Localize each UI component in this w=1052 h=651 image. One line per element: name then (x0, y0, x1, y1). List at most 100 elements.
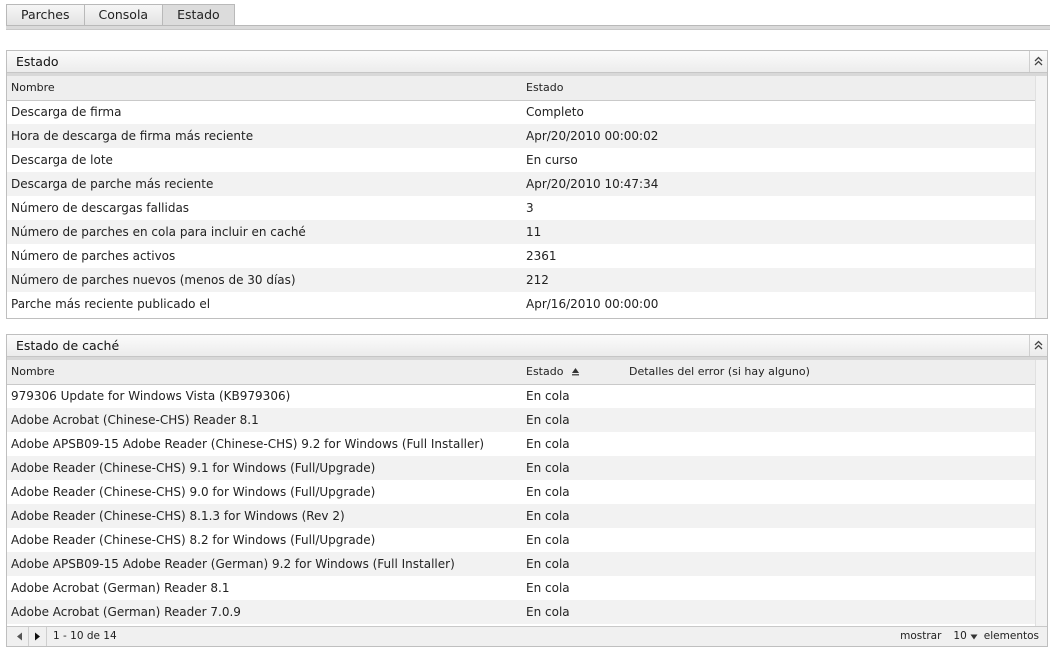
row-name: Adobe Reader (Chinese-CHS) 9.1 for Windo… (7, 456, 522, 480)
row-status: En cola (522, 504, 625, 528)
table-row: Adobe APSB09-15 Adobe Reader (German) 9.… (7, 552, 1035, 576)
row-status: En cola (526, 485, 570, 499)
row-error (625, 384, 1035, 408)
row-status: 212 (522, 268, 1035, 292)
table-row: Adobe Reader (Chinese-CHS) 9.1 for Windo… (7, 456, 1035, 480)
row-name: 979306 Update for Windows Vista (KB97930… (11, 389, 291, 404)
chevron-down-icon (970, 634, 978, 639)
column-header-estado-label: Estado (526, 365, 564, 378)
row-name: Adobe Reader (Chinese-CHS) 9.0 for Windo… (11, 485, 376, 499)
row-name: Descarga de parche más reciente (7, 172, 522, 196)
row-name: Descarga de firma (11, 105, 122, 120)
column-header-estado[interactable]: Estado (522, 76, 1035, 101)
cache-panel-title: Estado de caché (16, 338, 120, 353)
table-row: Adobe Reader (Chinese-CHS) 9.0 for Windo… (7, 480, 1035, 504)
row-status: En cola (526, 437, 570, 451)
table-row: 979306 Update for Windows Vista (KB97930… (7, 384, 1035, 408)
row-name: Descarga de lote (11, 153, 113, 167)
tab-estado[interactable]: Estado (162, 4, 235, 26)
table-row: Hora de descarga de firma más reciente Ap… (7, 124, 1035, 148)
cache-table: Nombre Estado Detalles del error (si hay… (7, 360, 1035, 624)
table-row: Parche más reciente publicado el Apr/16/2… (7, 292, 1035, 316)
row-status: En cola (522, 456, 625, 480)
collapse-icon[interactable] (1029, 51, 1047, 72)
row-error (625, 432, 1035, 456)
row-status: En curso (526, 153, 578, 167)
status-scrollbar[interactable] (1035, 76, 1047, 318)
row-error (625, 408, 1035, 432)
row-error (625, 600, 1035, 624)
row-status: En cola (526, 581, 570, 595)
table-row: Adobe Reader (Chinese-CHS) 8.1.3 for Win… (7, 504, 1035, 528)
row-name: Número de descargas fallidas (11, 201, 190, 215)
row-status: En cola (526, 533, 570, 547)
row-status: Apr/20/2010 00:00:02 (522, 124, 1035, 148)
tab-underline (6, 25, 1050, 30)
table-row: Número de parches nuevos (menos de 30 dí… (7, 268, 1035, 292)
row-name: Hora de descarga de firma más reciente (7, 124, 522, 148)
cache-table-wrap: Nombre Estado Detalles del error (si hay… (7, 360, 1035, 624)
column-header-nombre[interactable]: Nombre (7, 360, 522, 385)
collapse-icon[interactable] (1029, 335, 1047, 356)
column-header-estado[interactable]: Estado (522, 360, 625, 385)
pager-items-label: elementos (983, 630, 1039, 642)
table-row: Número de parches en cola para incluir e… (7, 220, 1035, 244)
row-name: Adobe APSB09-15 Adobe Reader (German) 9.… (7, 552, 522, 576)
status-table-body: Descarga de firma Completo Hora de descar… (7, 100, 1035, 316)
tab-bar: Parches Consola Estado (6, 4, 1050, 30)
row-status: 3 (526, 201, 534, 215)
pager: 1 - 10 de 14 mostrar 10 elementos (7, 626, 1047, 646)
row-name: Adobe Acrobat (German) Reader 7.0.9 (7, 600, 522, 624)
column-header-error[interactable]: Detalles del error (si hay alguno) (625, 360, 1035, 385)
row-name: Adobe Reader (Chinese-CHS) 8.2 for Windo… (11, 533, 376, 547)
status-panel-title: Estado (16, 54, 59, 69)
row-name: Número de parches activos (11, 249, 176, 263)
table-row: Adobe Acrobat (Chinese-CHS) Reader 8.1 En… (7, 408, 1035, 432)
tab-parches[interactable]: Parches (6, 4, 85, 26)
cache-panel: Estado de caché Nombre Estado Detalles d… (6, 334, 1048, 647)
row-error (625, 552, 1035, 576)
row-error (625, 504, 1035, 528)
pager-nav: 1 - 10 de 14 (11, 627, 117, 646)
status-table: Nombre Estado Descarga de firma Completo … (7, 76, 1035, 316)
table-row: Descarga de parche más reciente Apr/20/20… (7, 172, 1035, 196)
cache-panel-header: Estado de caché (7, 335, 1047, 360)
pager-range: 1 - 10 de 14 (53, 630, 117, 642)
status-table-wrap: Nombre Estado Descarga de firma Completo … (7, 76, 1035, 316)
column-header-nombre[interactable]: Nombre (7, 76, 522, 101)
table-row: Adobe APSB09-15 Adobe Reader (Chinese-CH… (7, 432, 1035, 456)
cache-scrollbar[interactable] (1035, 360, 1047, 626)
table-row: Descarga de lote En curso (7, 148, 1035, 172)
pager-show-label: mostrar (900, 630, 942, 642)
row-name: Adobe Reader (Chinese-CHS) 8.1.3 for Win… (7, 504, 522, 528)
page-size-value: 10 (953, 630, 967, 642)
row-error (625, 480, 1035, 504)
row-status: 11 (522, 220, 1035, 244)
row-name: Número de parches en cola para incluir e… (7, 220, 522, 244)
row-status: Completo (526, 105, 584, 120)
table-row: Número de parches activos 2361 (7, 244, 1035, 268)
cache-table-header: Nombre Estado Detalles del error (si hay… (7, 360, 1035, 385)
next-page-icon[interactable] (29, 627, 47, 646)
status-panel-header: Estado (7, 51, 1047, 76)
row-error (625, 576, 1035, 600)
row-status: Apr/16/2010 00:00:00 (526, 297, 659, 311)
row-status: Apr/20/2010 10:47:34 (522, 172, 1035, 196)
row-name: Adobe Acrobat (Chinese-CHS) Reader 8.1 (7, 408, 522, 432)
row-status: En cola (522, 600, 625, 624)
table-row: Descarga de firma Completo (7, 100, 1035, 124)
row-status: En cola (522, 408, 625, 432)
row-name: Adobe Acrobat (German) Reader 8.1 (11, 581, 230, 595)
row-error (625, 528, 1035, 552)
row-name: Parche más reciente publicado el (11, 297, 211, 311)
sort-ascending-icon[interactable] (571, 366, 580, 379)
page-size-select[interactable]: 10 (953, 627, 978, 646)
prev-page-icon[interactable] (11, 627, 29, 646)
row-status: 2361 (526, 249, 557, 263)
tab-consola[interactable]: Consola (83, 4, 164, 26)
cache-table-body: 979306 Update for Windows Vista (KB97930… (7, 384, 1035, 624)
row-status: En cola (522, 552, 625, 576)
row-name: Número de parches nuevos (menos de 30 dí… (7, 268, 522, 292)
tab-list: Parches Consola Estado (6, 4, 235, 26)
status-panel: Estado Nombre Estado Descarga de firma Co… (6, 50, 1048, 319)
